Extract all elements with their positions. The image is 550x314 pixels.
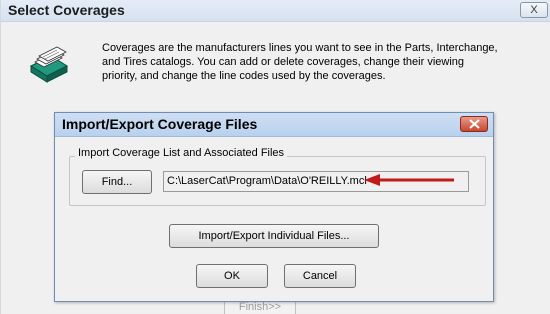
- dialog-titlebar: Import/Export Coverage Files: [55, 113, 493, 137]
- group-label: Import Coverage List and Associated File…: [75, 147, 288, 159]
- import-export-individual-button[interactable]: Import/Export Individual Files...: [169, 224, 379, 248]
- red-arrow-icon: [364, 174, 454, 186]
- find-button[interactable]: Find...: [82, 170, 152, 194]
- dialog-title: Import/Export Coverage Files: [62, 116, 258, 132]
- coverages-description: Coverages are the manufacturers lines yo…: [102, 42, 498, 82]
- import-export-dialog: Import/Export Coverage Files Import Cove…: [54, 112, 494, 302]
- cancel-button[interactable]: Cancel: [284, 264, 356, 288]
- card-file-icon: [29, 46, 69, 83]
- dialog-close-button[interactable]: [460, 116, 488, 132]
- window-close-button[interactable]: X: [520, 2, 548, 18]
- window-titlebar: Select Coverages X: [1, 0, 550, 22]
- window-title: Select Coverages: [8, 2, 125, 18]
- ok-button[interactable]: OK: [196, 264, 268, 288]
- close-icon: [469, 119, 480, 129]
